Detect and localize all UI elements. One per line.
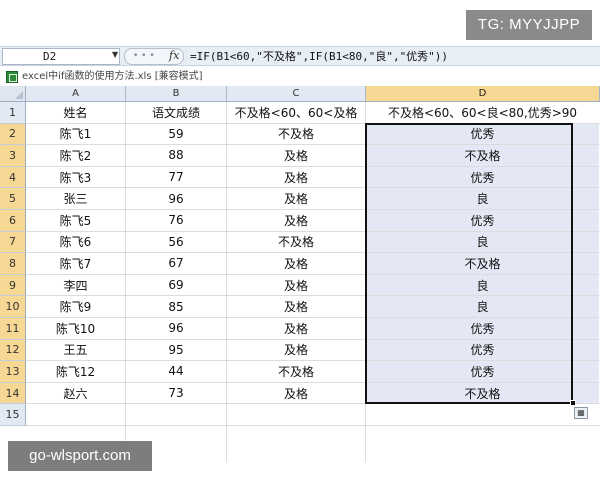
table-cell-a[interactable]: 陈飞1 <box>26 124 125 145</box>
table-cell-a[interactable]: 陈飞9 <box>26 296 125 317</box>
workbook-title: excel中if函数的使用方法.xls [兼容模式] <box>22 71 203 82</box>
table-cell-c[interactable]: 及格 <box>227 275 365 296</box>
fill-handle[interactable] <box>570 400 576 407</box>
table-cell-b[interactable]: 73 <box>126 383 226 404</box>
name-box[interactable]: D2 <box>2 48 120 65</box>
table-cell-b[interactable]: 69 <box>126 275 226 296</box>
table-cell-a[interactable]: 陈飞3 <box>26 167 125 188</box>
table-cell-c[interactable]: 及格 <box>227 145 365 166</box>
table-cell-b[interactable]: 77 <box>126 167 226 188</box>
row-header-8[interactable]: 8 <box>0 253 26 275</box>
table-cell-a[interactable]: 张三 <box>26 188 125 209</box>
selection-range-border <box>365 122 573 405</box>
table-cell-c[interactable]: 及格 <box>227 340 365 361</box>
row-header-10[interactable]: 10 <box>0 296 26 318</box>
table-cell-b[interactable]: 67 <box>126 253 226 274</box>
table-cell-c[interactable]: 不及格 <box>227 124 365 145</box>
table-cell-c[interactable]: 不及格 <box>227 361 365 382</box>
table-cell-b[interactable]: 44 <box>126 361 226 382</box>
row-header-1[interactable]: 1 <box>0 102 26 124</box>
table-cell-b[interactable]: 59 <box>126 124 226 145</box>
table-cell-c[interactable]: 及格 <box>227 188 365 209</box>
select-all-corner[interactable] <box>0 86 26 102</box>
table-cell-c[interactable]: 及格 <box>227 253 365 274</box>
row-header-5[interactable]: 5 <box>0 188 26 210</box>
column-header-d[interactable]: D <box>366 86 600 102</box>
table-cell-a[interactable]: 王五 <box>26 340 125 361</box>
workbook-title-bar: excel中if函数的使用方法.xls [兼容模式] <box>0 68 600 86</box>
formula-buttons: • • • fx <box>124 48 184 65</box>
name-box-value: D2 <box>43 50 57 63</box>
table-cell-a[interactable]: 陈飞2 <box>26 145 125 166</box>
watermark-top-right: TG: MYYJJPP <box>466 10 592 40</box>
table-cell-a[interactable]: 陈飞6 <box>26 232 125 253</box>
formula-bar: D2 ▼ • • • fx =IF(B1<60,"不及格",IF(B1<80,"… <box>0 46 600 66</box>
table-cell-b[interactable]: 76 <box>126 210 226 231</box>
row-header-6[interactable]: 6 <box>0 210 26 232</box>
table-cell-c[interactable]: 不及格 <box>227 232 365 253</box>
header-cell-b[interactable]: 语文成绩 <box>126 102 226 123</box>
header-cell-c[interactable]: 不及格<60、60<及格 <box>227 102 365 123</box>
grid-line-horizontal <box>26 425 600 426</box>
insert-function-button[interactable]: fx <box>169 49 179 62</box>
row-header-9[interactable]: 9 <box>0 274 26 297</box>
table-cell-c[interactable]: 及格 <box>227 167 365 188</box>
row-header-14[interactable]: 14 <box>0 382 26 405</box>
table-cell-a[interactable]: 赵六 <box>26 383 125 404</box>
table-cell-c[interactable]: 及格 <box>227 210 365 231</box>
table-cell-a[interactable]: 陈飞7 <box>26 253 125 274</box>
table-cell-b[interactable]: 96 <box>126 188 226 209</box>
table-cell-c[interactable]: 及格 <box>227 296 365 317</box>
row-header-12[interactable]: 12 <box>0 339 26 362</box>
row-header-4[interactable]: 4 <box>0 166 26 189</box>
watermark-bottom-left: go-wlsport.com <box>8 441 152 471</box>
row-header-3[interactable]: 3 <box>0 145 26 167</box>
table-cell-a[interactable]: 李四 <box>26 275 125 296</box>
table-cell-b[interactable]: 85 <box>126 296 226 317</box>
table-cell-b[interactable]: 96 <box>126 318 226 339</box>
spreadsheet-grid: ABCD 1 2 3 4 5 6 7 8 9 10 11 12 13 14 15 姓名 语文成绩 不及格<60、… <box>0 86 600 480</box>
row-header-15[interactable]: 15 <box>0 404 26 426</box>
formula-input[interactable]: =IF(B1<60,"不及格",IF(B1<80,"良","优秀")) <box>190 48 448 65</box>
column-header-a[interactable]: A <box>26 86 126 102</box>
column-header-c[interactable]: C <box>227 86 366 102</box>
row-header-13[interactable]: 13 <box>0 361 26 383</box>
excel-file-icon <box>6 71 18 83</box>
table-cell-b[interactable]: 88 <box>126 145 226 166</box>
table-cell-a[interactable]: 陈飞10 <box>26 318 125 339</box>
row-header-11[interactable]: 11 <box>0 318 26 340</box>
table-cell-c[interactable]: 及格 <box>227 318 365 339</box>
header-cell-a[interactable]: 姓名 <box>26 102 125 123</box>
row-header-7[interactable]: 7 <box>0 231 26 254</box>
autofill-options-button[interactable]: ▦ <box>574 407 588 420</box>
table-cell-b[interactable]: 56 <box>126 232 226 253</box>
column-header-b[interactable]: B <box>126 86 227 102</box>
chevron-down-icon[interactable]: ▼ <box>112 50 118 59</box>
grip-icon: • • • <box>133 51 155 61</box>
table-cell-b[interactable]: 95 <box>126 340 226 361</box>
header-cell-d[interactable]: 不及格<60、60<良<80,优秀>90 <box>366 102 599 123</box>
row-header-2[interactable]: 2 <box>0 123 26 146</box>
table-cell-a[interactable]: 陈飞12 <box>26 361 125 382</box>
table-cell-a[interactable]: 陈飞5 <box>26 210 125 231</box>
table-cell-c[interactable]: 及格 <box>227 383 365 404</box>
